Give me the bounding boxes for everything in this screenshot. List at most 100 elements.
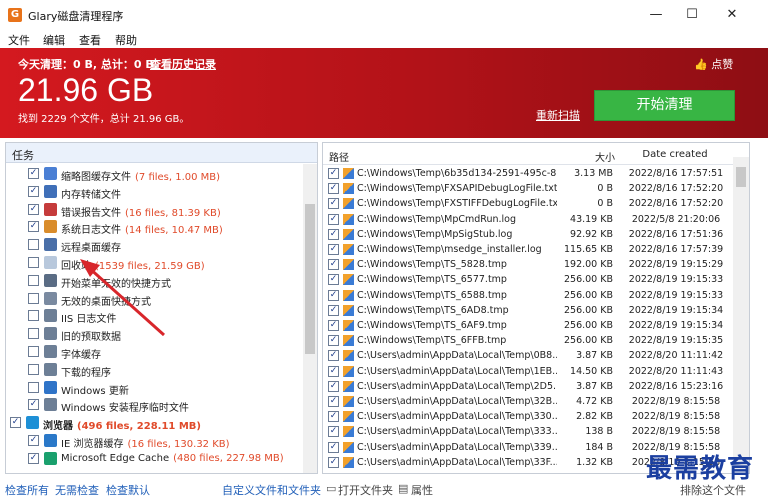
menu-file[interactable]: 文件	[8, 32, 30, 48]
task-checkbox[interactable]: ✓	[28, 168, 39, 179]
task-checkbox[interactable]	[28, 239, 39, 251]
file-row[interactable]: ✓ C:\Windows\Temp\TS_6AD8.tmp 256.00 KB 202…	[323, 303, 733, 318]
task-row[interactable]: ✓ 内存转储文件	[6, 183, 304, 201]
history-link[interactable]: 查看历史记录	[150, 56, 216, 72]
task-row[interactable]: ✓ 缩略图缓存文件 (7 files, 1.00 MB)	[6, 165, 304, 183]
file-checkbox[interactable]: ✓	[328, 380, 339, 392]
open-folder-button[interactable]: 打开文件夹	[338, 482, 393, 498]
file-date: 2022/5/8 21:20:06	[631, 213, 721, 225]
check-default-link[interactable]: 检查默认	[106, 482, 150, 498]
task-checkbox[interactable]: ✓	[28, 221, 39, 233]
task-row[interactable]: 下载的程序	[6, 361, 304, 379]
task-checkbox[interactable]	[28, 346, 39, 357]
file-size: 3.87 KB	[576, 380, 613, 392]
file-checkbox[interactable]: ✓	[328, 365, 339, 377]
file-row[interactable]: ✓ C:\Windows\Temp\MpSigStub.log 92.92 KB 20…	[323, 227, 733, 242]
file-row[interactable]: ✓ C:\Windows\Temp\TS_6577.tmp 256.00 KB 202…	[323, 272, 733, 287]
task-checkbox[interactable]	[28, 363, 39, 375]
file-row[interactable]: ✓ C:\Users\admin\AppData\Local\Temp\333..…	[323, 424, 733, 439]
file-checkbox[interactable]: ✓	[328, 198, 339, 210]
task-checkbox[interactable]: ✓	[28, 399, 39, 411]
task-row[interactable]: ✓ Windows 安装程序临时文件	[6, 396, 304, 414]
prefetch-icon	[44, 327, 57, 341]
maximize-button[interactable]: ☐	[672, 4, 712, 26]
file-checkbox[interactable]: ✓	[328, 244, 339, 255]
file-size: 4.72 KB	[576, 396, 613, 407]
file-row[interactable]: ✓ C:\Users\admin\AppData\Local\Temp\2D5..…	[323, 379, 733, 394]
task-checkbox[interactable]	[28, 274, 39, 286]
file-checkbox[interactable]: ✓	[328, 213, 339, 225]
task-row[interactable]: ✓ IE 浏览器缓存 (16 files, 130.32 KB)	[6, 432, 304, 450]
task-row[interactable]: Windows 更新	[6, 379, 304, 397]
menu-edit[interactable]: 编辑	[43, 32, 65, 48]
column-path[interactable]: 路径	[323, 143, 583, 165]
file-row[interactable]: ✓ C:\Windows\Temp\TS_6AF9.tmp 256.00 KB 202…	[323, 318, 733, 333]
file-checkbox[interactable]: ✓	[328, 228, 339, 240]
file-checkbox[interactable]: ✓	[328, 168, 339, 179]
close-button[interactable]: ✕	[712, 4, 752, 26]
file-checkbox[interactable]: ✓	[328, 274, 339, 286]
check-none-link[interactable]: 无需检查	[55, 482, 99, 498]
file-row[interactable]: ✓ C:\Windows\Temp\MpCmdRun.log 43.19 KB 202…	[323, 212, 733, 227]
properties-button[interactable]: 属性	[411, 482, 433, 498]
file-row[interactable]: ✓ C:\Windows\Temp\TS_6588.tmp 256.00 KB 202…	[323, 288, 733, 303]
file-row[interactable]: ✓ C:\Windows\Temp\6b35d134-2591-495c-8...…	[323, 166, 733, 181]
file-checkbox[interactable]: ✓	[328, 396, 339, 407]
rescan-link[interactable]: 重新扫描	[536, 107, 580, 123]
custom-files-link[interactable]: 自定义文件和文件夹	[222, 482, 321, 498]
file-checkbox[interactable]: ✓	[328, 441, 339, 453]
task-checkbox[interactable]	[28, 257, 39, 268]
menu-help[interactable]: 帮助	[115, 32, 137, 48]
like-button[interactable]: 👍 点赞	[694, 56, 733, 72]
file-row[interactable]: ✓ C:\Users\admin\AppData\Local\Temp\32B..…	[323, 394, 733, 409]
task-row[interactable]: ✓ 系统日志文件 (14 files, 10.47 MB)	[6, 218, 304, 236]
task-scrollbar[interactable]	[303, 164, 317, 473]
file-checkbox[interactable]: ✓	[328, 411, 339, 423]
file-checkbox[interactable]: ✓	[328, 289, 339, 301]
file-row[interactable]: ✓ C:\Users\admin\AppData\Local\Temp\1EB..…	[323, 364, 733, 379]
file-row[interactable]: ✓ C:\Windows\Temp\msedge_installer.log 115…	[323, 242, 733, 257]
column-date[interactable]: Date created	[615, 143, 735, 165]
file-scroll-thumb[interactable]	[736, 167, 746, 187]
check-all-link[interactable]: 检查所有	[5, 482, 49, 498]
file-row[interactable]: ✓ C:\Users\admin\AppData\Local\Temp\0B8..…	[323, 348, 733, 363]
file-row[interactable]: ✓ C:\Users\admin\AppData\Local\Temp\330..…	[323, 409, 733, 424]
file-row[interactable]: ✓ C:\Windows\Temp\FXSTIFFDebugLogFile.txt…	[323, 196, 733, 211]
task-row[interactable]: 字体缓存	[6, 343, 304, 361]
task-checkbox[interactable]: ✓	[28, 203, 39, 215]
file-checkbox[interactable]: ✓	[328, 335, 339, 347]
task-row[interactable]: ✓ Microsoft Edge Cache (480 files, 227.98 …	[6, 450, 304, 468]
task-checkbox[interactable]	[28, 310, 39, 322]
task-checkbox[interactable]: ✓	[10, 417, 21, 429]
file-checkbox[interactable]: ✓	[328, 456, 339, 468]
file-path: C:\Windows\Temp\FXSAPIDebugLogFile.txt	[357, 183, 557, 195]
minimize-button[interactable]: —	[636, 4, 676, 26]
memory-dump-icon	[44, 184, 57, 198]
task-row[interactable]: ✓ 浏览器 (496 files, 228.11 MB)	[6, 414, 304, 432]
task-checkbox[interactable]	[28, 381, 39, 393]
task-checkbox[interactable]: ✓	[28, 435, 39, 446]
file-checkbox[interactable]: ✓	[328, 259, 339, 271]
start-clean-button[interactable]: 开始清理	[594, 90, 735, 121]
task-scroll-thumb[interactable]	[305, 204, 315, 354]
task-checkbox[interactable]	[28, 292, 39, 304]
file-row[interactable]: ✓ C:\Windows\Temp\FXSAPIDebugLogFile.txt 0…	[323, 181, 733, 196]
task-checkbox[interactable]: ✓	[28, 452, 39, 464]
file-scrollbar[interactable]	[733, 157, 749, 473]
file-row[interactable]: ✓ C:\Windows\Temp\TS_6FFB.tmp 256.00 KB 202…	[323, 333, 733, 348]
menu-view[interactable]: 查看	[79, 32, 101, 48]
task-row[interactable]: ✓ 错误报告文件 (16 files, 81.39 KB)	[6, 201, 304, 219]
file-checkbox[interactable]: ✓	[328, 183, 339, 195]
task-checkbox[interactable]	[28, 328, 39, 340]
task-checkbox[interactable]: ✓	[28, 185, 39, 197]
file-path: C:\Users\admin\AppData\Local\Temp\330...	[357, 411, 557, 423]
file-checkbox[interactable]: ✓	[328, 426, 339, 438]
file-size: 92.92 KB	[570, 228, 613, 240]
task-stat: (16 files, 130.32 KB)	[127, 439, 230, 450]
column-size[interactable]: 大小	[583, 143, 615, 165]
file-checkbox[interactable]: ✓	[328, 304, 339, 316]
file-row[interactable]: ✓ C:\Windows\Temp\TS_5828.tmp 192.00 KB 202…	[323, 257, 733, 272]
file-checkbox[interactable]: ✓	[328, 320, 339, 331]
task-row[interactable]: 远程桌面缓存	[6, 236, 304, 254]
file-checkbox[interactable]: ✓	[328, 350, 339, 362]
